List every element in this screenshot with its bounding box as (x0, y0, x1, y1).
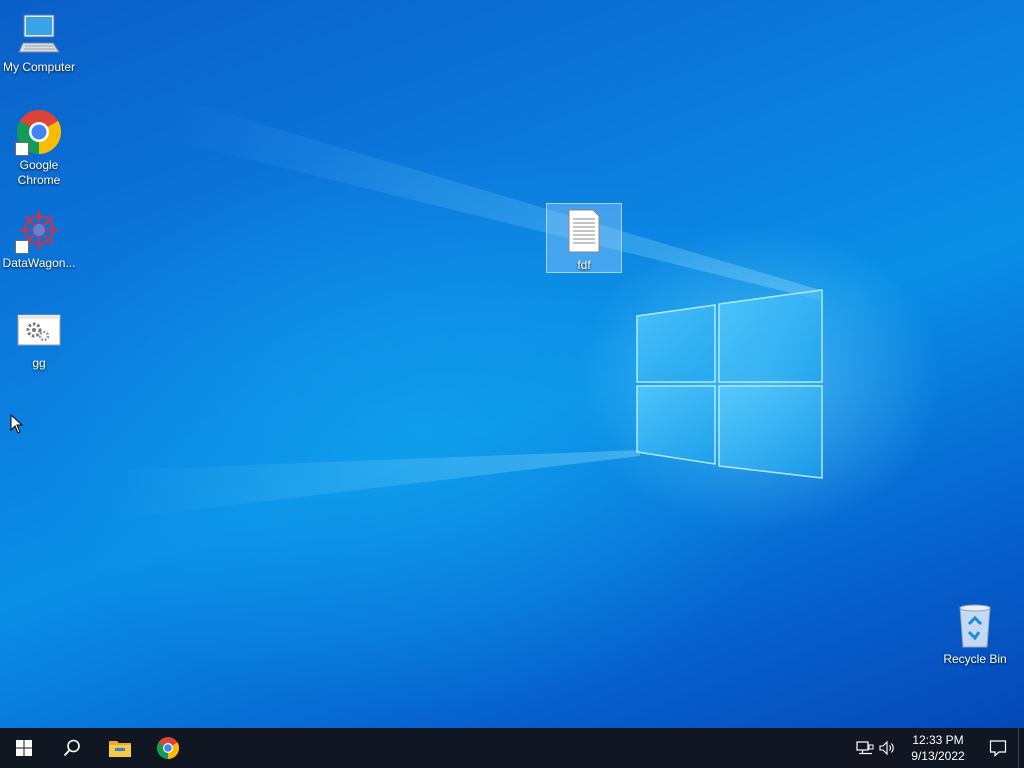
monitor-icon (15, 10, 63, 58)
show-desktop-button[interactable] (1018, 728, 1024, 768)
settings-window-icon (15, 306, 63, 354)
wallpaper (110, 100, 823, 520)
recycle-bin-icon (951, 602, 999, 650)
clock-time: 12:33 PM (912, 733, 964, 747)
text-file-icon (560, 208, 608, 256)
taskbar-chrome[interactable] (144, 728, 192, 768)
desktop-icon-label: My Computer (2, 60, 76, 74)
shortcut-arrow-icon (15, 240, 29, 254)
start-button[interactable] (0, 728, 48, 768)
desktop-icon-google-chrome[interactable]: Google Chrome (1, 104, 77, 188)
desktop-icon-my-computer[interactable]: My Computer (1, 6, 77, 75)
system-tray: 12:33 PM 9/13/2022 (854, 728, 1024, 768)
desktop-icon-recycle-bin[interactable]: Recycle Bin (937, 598, 1013, 667)
windows-logo-icon (16, 740, 32, 756)
desktop-icon-label: Google Chrome (17, 158, 61, 187)
network-icon[interactable] (854, 728, 876, 768)
desktop[interactable]: My Computer Google Chrome DataWagon... g… (0, 0, 1024, 728)
desktop-icon-label: fdf (577, 258, 591, 272)
notification-icon (989, 740, 1007, 757)
search-icon (63, 739, 80, 757)
desktop-icon-gg[interactable]: gg (1, 302, 77, 371)
taskbar: 12:33 PM 9/13/2022 (0, 728, 1024, 768)
file-explorer-icon (109, 741, 131, 757)
action-center-button[interactable] (978, 728, 1018, 768)
chrome-icon (15, 108, 63, 156)
taskbar-file-explorer[interactable] (96, 728, 144, 768)
desktop-icon-label: DataWagon... (2, 256, 76, 270)
desktop-icon-label: Recycle Bin (943, 652, 1007, 666)
datawagon-icon (15, 206, 63, 254)
mouse-cursor-icon (10, 414, 24, 434)
taskbar-clock[interactable]: 12:33 PM 9/13/2022 (904, 732, 972, 764)
desktop-icon-fdf[interactable]: fdf (546, 203, 622, 273)
chrome-icon (157, 737, 179, 759)
windows-logo-wallpaper (636, 289, 823, 479)
shortcut-arrow-icon (15, 142, 29, 156)
volume-icon[interactable] (876, 728, 898, 768)
desktop-icon-label: gg (32, 356, 46, 370)
clock-date: 9/13/2022 (911, 749, 965, 763)
search-button[interactable] (48, 728, 96, 768)
desktop-icon-datawagon[interactable]: DataWagon... (1, 202, 77, 271)
